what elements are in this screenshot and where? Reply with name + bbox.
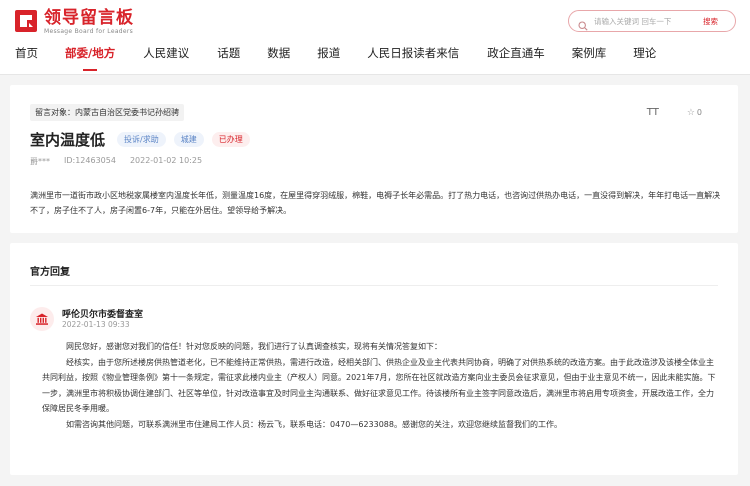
- reply-org-name: 呼伦贝尔市委督查室: [62, 310, 144, 320]
- search-input[interactable]: [594, 16, 699, 26]
- message-title-row: 室内温度低 投诉/求助 城建 已办理: [30, 129, 250, 150]
- nav-item-theory[interactable]: 理论: [633, 40, 656, 75]
- logo-subtitle: Message Board for Leaders: [44, 27, 134, 35]
- logo-icon: [14, 9, 38, 33]
- message-title: 室内温度低: [30, 131, 106, 149]
- nav-item-people-suggestions[interactable]: 人民建议: [143, 40, 189, 75]
- nav-item-gov-enterprise[interactable]: 政企直通车: [487, 40, 545, 75]
- message-time: 2022-01-02 10:25: [129, 156, 203, 165]
- message-author: 爵***: [30, 157, 50, 166]
- reply-heading: 官方回复: [30, 267, 70, 278]
- reply-card: 官方回复 呼伦贝尔市委督查室 2022-01-13 09:33 网民您好，感谢您…: [10, 243, 738, 475]
- font-size-icon[interactable]: TT: [647, 107, 659, 118]
- message-card: 留言对象：内蒙古自治区党委书记孙绍骋 TT ☆ 0 室内温度低 投诉/求助 城建…: [10, 85, 738, 233]
- star-icon: ☆: [686, 107, 695, 118]
- message-id: ID:12463054: [64, 156, 116, 165]
- domain-badge: 城建: [173, 132, 204, 147]
- reply-paragraph: 经核实，由于您所述楼房供热管道老化，已不能维持正常供热，需进行改造，经相关部门、…: [42, 357, 716, 414]
- reply-divider: [30, 285, 718, 286]
- site-header: 领导留言板 Message Board for Leaders 搜索 首页 部委…: [0, 0, 750, 75]
- site-logo[interactable]: 领导留言板 Message Board for Leaders: [14, 6, 134, 36]
- reply-paragraph: 网民您好，感谢您对我们的信任！针对您反映的问题，我们进行了认真调查核实，现将有关…: [66, 342, 442, 351]
- status-badge: 已办理: [211, 132, 250, 147]
- message-target: 留言对象：内蒙古自治区党委书记孙绍骋: [30, 104, 184, 121]
- favorite-button[interactable]: ☆ 0: [687, 108, 702, 118]
- government-building-icon: [30, 307, 54, 331]
- message-body: 满洲里市一道街市政小区地税家属楼室内温度长年低，测量温度16度，在屋里得穿羽绒服…: [30, 191, 721, 215]
- nav-item-data[interactable]: 数据: [267, 40, 290, 75]
- logo-title: 领导留言板: [44, 7, 134, 28]
- search-box: 搜索: [568, 10, 736, 32]
- nav-item-home[interactable]: 首页: [15, 40, 38, 75]
- nav-item-ministries-local[interactable]: 部委/地方: [65, 40, 115, 75]
- nav-item-topics[interactable]: 话题: [217, 40, 240, 75]
- reply-date: 2022-01-13 09:33: [62, 320, 130, 329]
- nav-item-reports[interactable]: 报道: [317, 40, 340, 75]
- reply-paragraph: 如需咨询其他问题，可联系满洲里市住建局工作人员：杨云飞，联系电话：0470—62…: [66, 419, 562, 429]
- main-nav: 首页 部委/地方 人民建议 话题 数据 报道 人民日报读者来信 政企直通车 案例…: [0, 40, 750, 75]
- reply-body: 网民您好，感谢您对我们的信任！针对您反映的问题，我们进行了认真调查核实，现将有关…: [42, 339, 718, 432]
- message-meta: 爵*** ID:12463054 2022-01-02 10:25: [30, 156, 216, 167]
- type-badge: 投诉/求助: [117, 132, 166, 147]
- message-tools: TT ☆ 0: [647, 107, 702, 118]
- nav-item-case-library[interactable]: 案例库: [572, 40, 607, 75]
- search-icon: [578, 16, 588, 31]
- nav-item-reader-letters[interactable]: 人民日报读者来信: [367, 40, 459, 75]
- search-button[interactable]: 搜索: [703, 16, 718, 27]
- favorite-count: 0: [696, 108, 702, 117]
